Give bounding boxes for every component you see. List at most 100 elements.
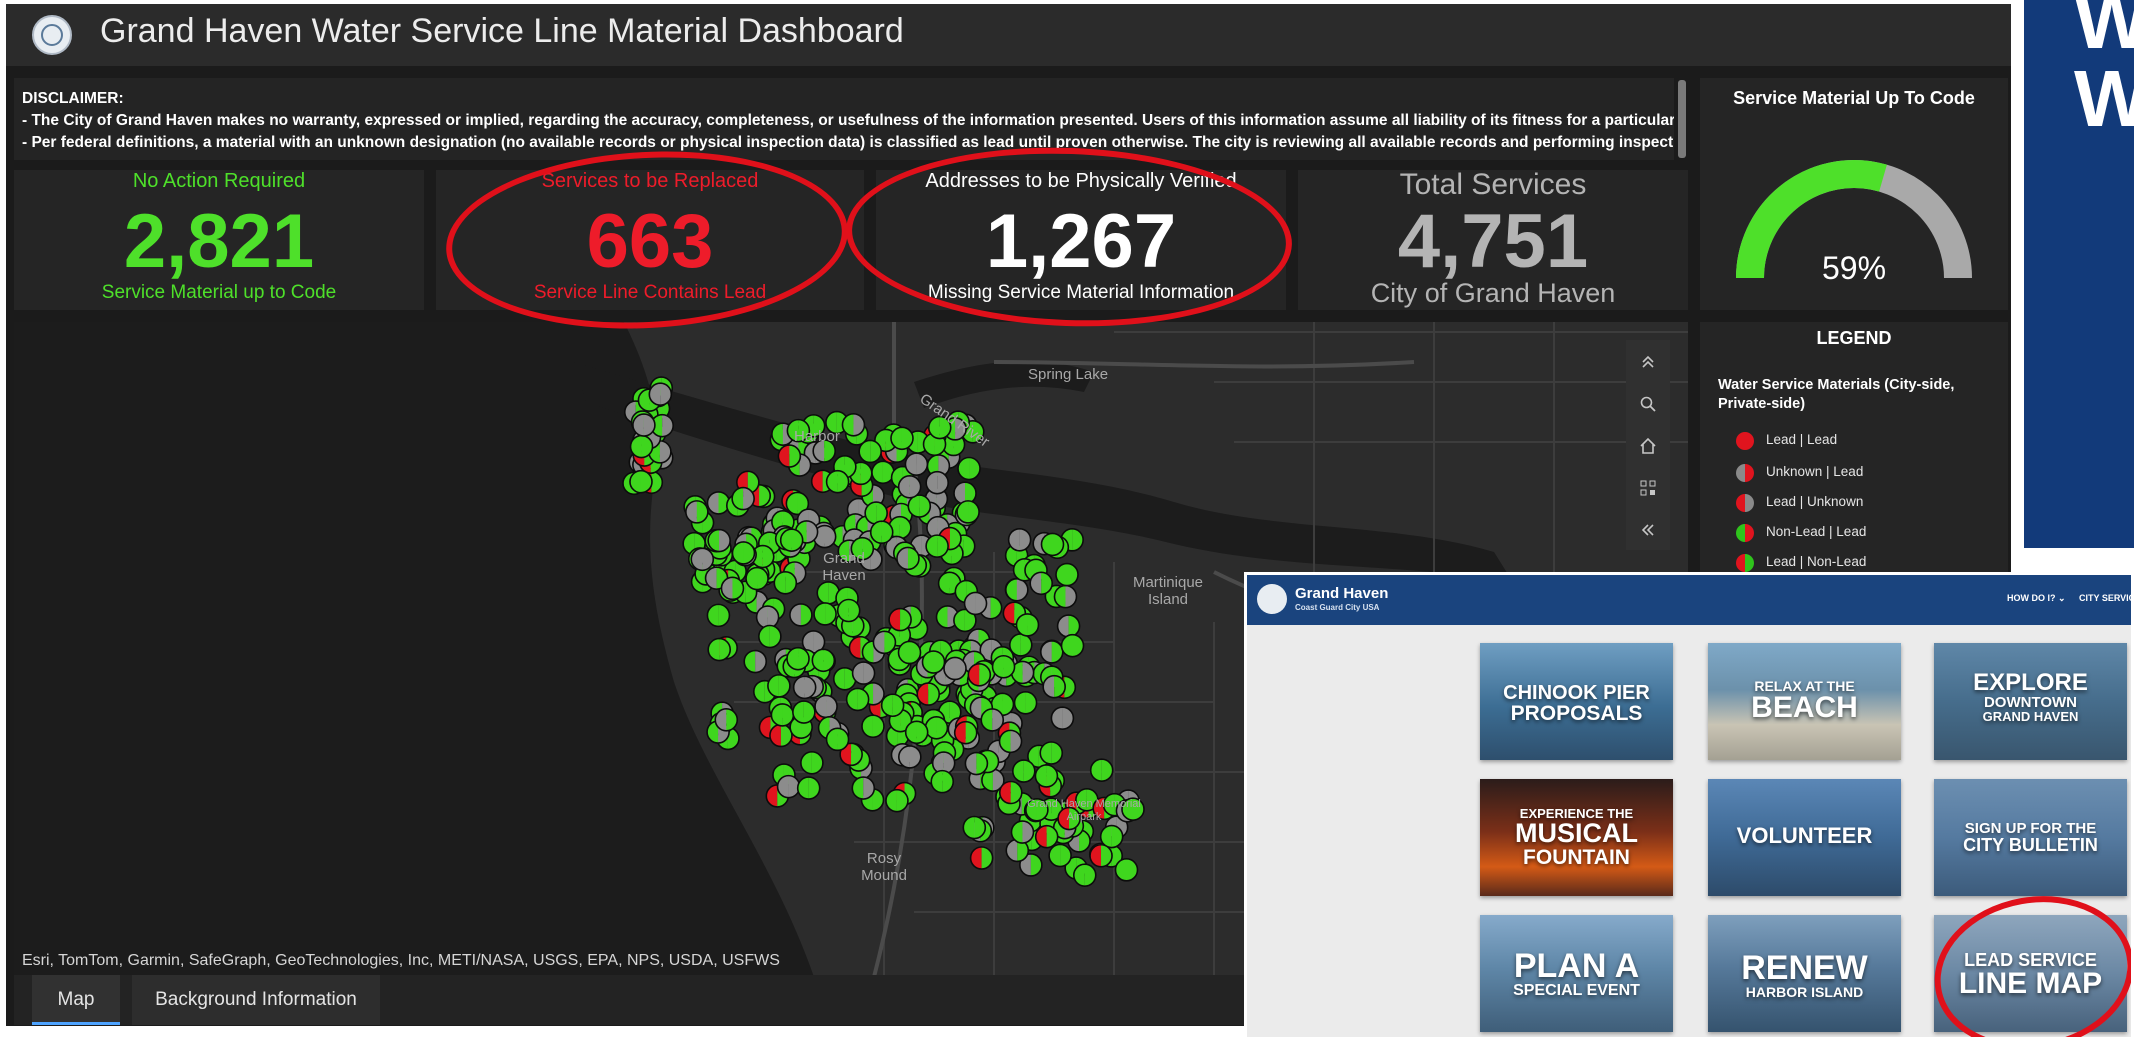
service-point[interactable] xyxy=(707,637,732,662)
service-point[interactable] xyxy=(962,815,987,840)
service-point[interactable] xyxy=(916,682,941,706)
service-point[interactable] xyxy=(1005,577,1029,602)
service-point[interactable] xyxy=(957,456,981,481)
service-point[interactable] xyxy=(1056,614,1081,638)
service-point[interactable] xyxy=(904,452,929,476)
service-point[interactable] xyxy=(956,500,980,524)
service-point[interactable] xyxy=(632,413,656,437)
service-point[interactable] xyxy=(1089,843,1113,868)
nav-city-services[interactable]: CITY SERVICES xyxy=(2079,593,2131,603)
service-point[interactable] xyxy=(776,774,801,799)
service-point[interactable] xyxy=(998,729,1023,754)
service-point[interactable] xyxy=(1029,571,1054,596)
service-point[interactable] xyxy=(998,780,1023,805)
service-point[interactable] xyxy=(851,776,876,800)
service-point[interactable] xyxy=(1034,764,1059,788)
service-point[interactable] xyxy=(769,723,793,748)
service-point[interactable] xyxy=(1007,527,1032,552)
qr-icon[interactable] xyxy=(1626,468,1670,508)
service-point[interactable] xyxy=(707,528,731,553)
service-point[interactable] xyxy=(1050,706,1075,730)
service-point[interactable] xyxy=(1114,858,1139,882)
service-point[interactable] xyxy=(745,566,769,591)
service-point[interactable] xyxy=(792,700,816,724)
tile-renew-harbor[interactable]: RENEW HARBOR ISLAND xyxy=(1708,915,1901,1032)
service-point[interactable] xyxy=(896,546,920,571)
service-point[interactable] xyxy=(980,708,1005,732)
service-point[interactable] xyxy=(861,714,885,739)
service-point[interactable] xyxy=(789,603,813,627)
service-point[interactable] xyxy=(792,675,817,700)
collapse-icon[interactable] xyxy=(1626,510,1670,550)
service-point[interactable] xyxy=(943,656,967,681)
search-icon[interactable] xyxy=(1626,384,1670,424)
service-point[interactable] xyxy=(925,534,949,558)
service-point[interactable] xyxy=(845,687,870,712)
tile-city-bulletin[interactable]: SIGN UP FOR THE CITY BULLETIN xyxy=(1934,779,2127,896)
tile-explore-downtown[interactable]: EXPLORE DOWNTOWN GRAND HAVEN xyxy=(1934,643,2127,760)
tab-map[interactable]: Map xyxy=(32,975,120,1025)
tile-chinook-pier[interactable]: CHINOOK PIER PROPOSALS xyxy=(1480,643,1673,760)
service-point[interactable] xyxy=(888,607,912,632)
service-point[interactable] xyxy=(851,661,876,685)
service-point[interactable] xyxy=(858,439,882,464)
service-point[interactable] xyxy=(1060,633,1085,658)
service-point[interactable] xyxy=(629,469,653,494)
service-point[interactable] xyxy=(767,674,791,698)
service-point[interactable] xyxy=(925,470,949,495)
service-point[interactable] xyxy=(1072,863,1097,887)
service-point[interactable] xyxy=(773,571,798,595)
service-point[interactable] xyxy=(743,649,768,674)
service-point[interactable] xyxy=(1053,584,1078,609)
service-point[interactable] xyxy=(1040,532,1065,557)
service-point[interactable] xyxy=(825,727,850,752)
service-point[interactable] xyxy=(1011,759,1036,783)
service-point[interactable] xyxy=(685,500,709,524)
tile-relax-beach[interactable]: RELAX AT THE BEACH xyxy=(1708,643,1901,760)
service-point[interactable] xyxy=(796,776,821,800)
service-point[interactable] xyxy=(897,475,922,499)
service-point[interactable] xyxy=(1010,820,1035,844)
service-point[interactable] xyxy=(755,605,780,629)
home-icon[interactable] xyxy=(1626,426,1670,466)
service-point[interactable] xyxy=(814,694,838,719)
service-point[interactable] xyxy=(967,663,992,687)
service-point[interactable] xyxy=(1015,613,1040,637)
service-point[interactable] xyxy=(706,603,731,628)
service-point[interactable] xyxy=(758,624,782,649)
service-point[interactable] xyxy=(953,720,978,745)
service-point[interactable] xyxy=(890,426,914,451)
service-point[interactable] xyxy=(731,486,755,511)
service-point[interactable] xyxy=(1042,674,1066,699)
disclaimer-scrollbar[interactable] xyxy=(1678,80,1686,158)
service-point[interactable] xyxy=(786,646,810,671)
tile-plan-event[interactable]: PLAN A SPECIAL EVENT xyxy=(1480,915,1673,1032)
service-point[interactable] xyxy=(991,654,1016,679)
service-point[interactable] xyxy=(969,846,994,870)
service-point[interactable] xyxy=(629,434,654,459)
service-point[interactable] xyxy=(963,591,988,616)
tab-background-information[interactable]: Background Information xyxy=(132,975,380,1025)
service-point[interactable] xyxy=(777,444,802,468)
tile-musical-fountain[interactable]: EXPERIENCE THE MUSICAL FOUNTAIN xyxy=(1480,779,1673,896)
service-point[interactable] xyxy=(1048,843,1072,868)
service-point[interactable] xyxy=(1089,758,1114,783)
service-point[interactable] xyxy=(690,547,715,572)
service-point[interactable] xyxy=(1055,562,1079,587)
service-point[interactable] xyxy=(720,576,745,601)
service-point[interactable] xyxy=(836,598,861,623)
service-point[interactable] xyxy=(1099,824,1124,849)
nav-how-do-i[interactable]: HOW DO I? ⌄ xyxy=(2007,593,2066,604)
service-point[interactable] xyxy=(869,520,894,545)
service-point[interactable] xyxy=(648,382,673,407)
service-point[interactable] xyxy=(1034,824,1059,849)
service-point[interactable] xyxy=(904,720,929,745)
service-point[interactable] xyxy=(1039,640,1064,664)
service-point[interactable] xyxy=(924,716,949,740)
service-point[interactable] xyxy=(813,602,837,626)
service-point[interactable] xyxy=(825,469,850,494)
service-point[interactable] xyxy=(841,413,866,437)
service-point[interactable] xyxy=(898,745,922,769)
service-point[interactable] xyxy=(1008,633,1033,657)
service-point[interactable] xyxy=(880,693,905,718)
